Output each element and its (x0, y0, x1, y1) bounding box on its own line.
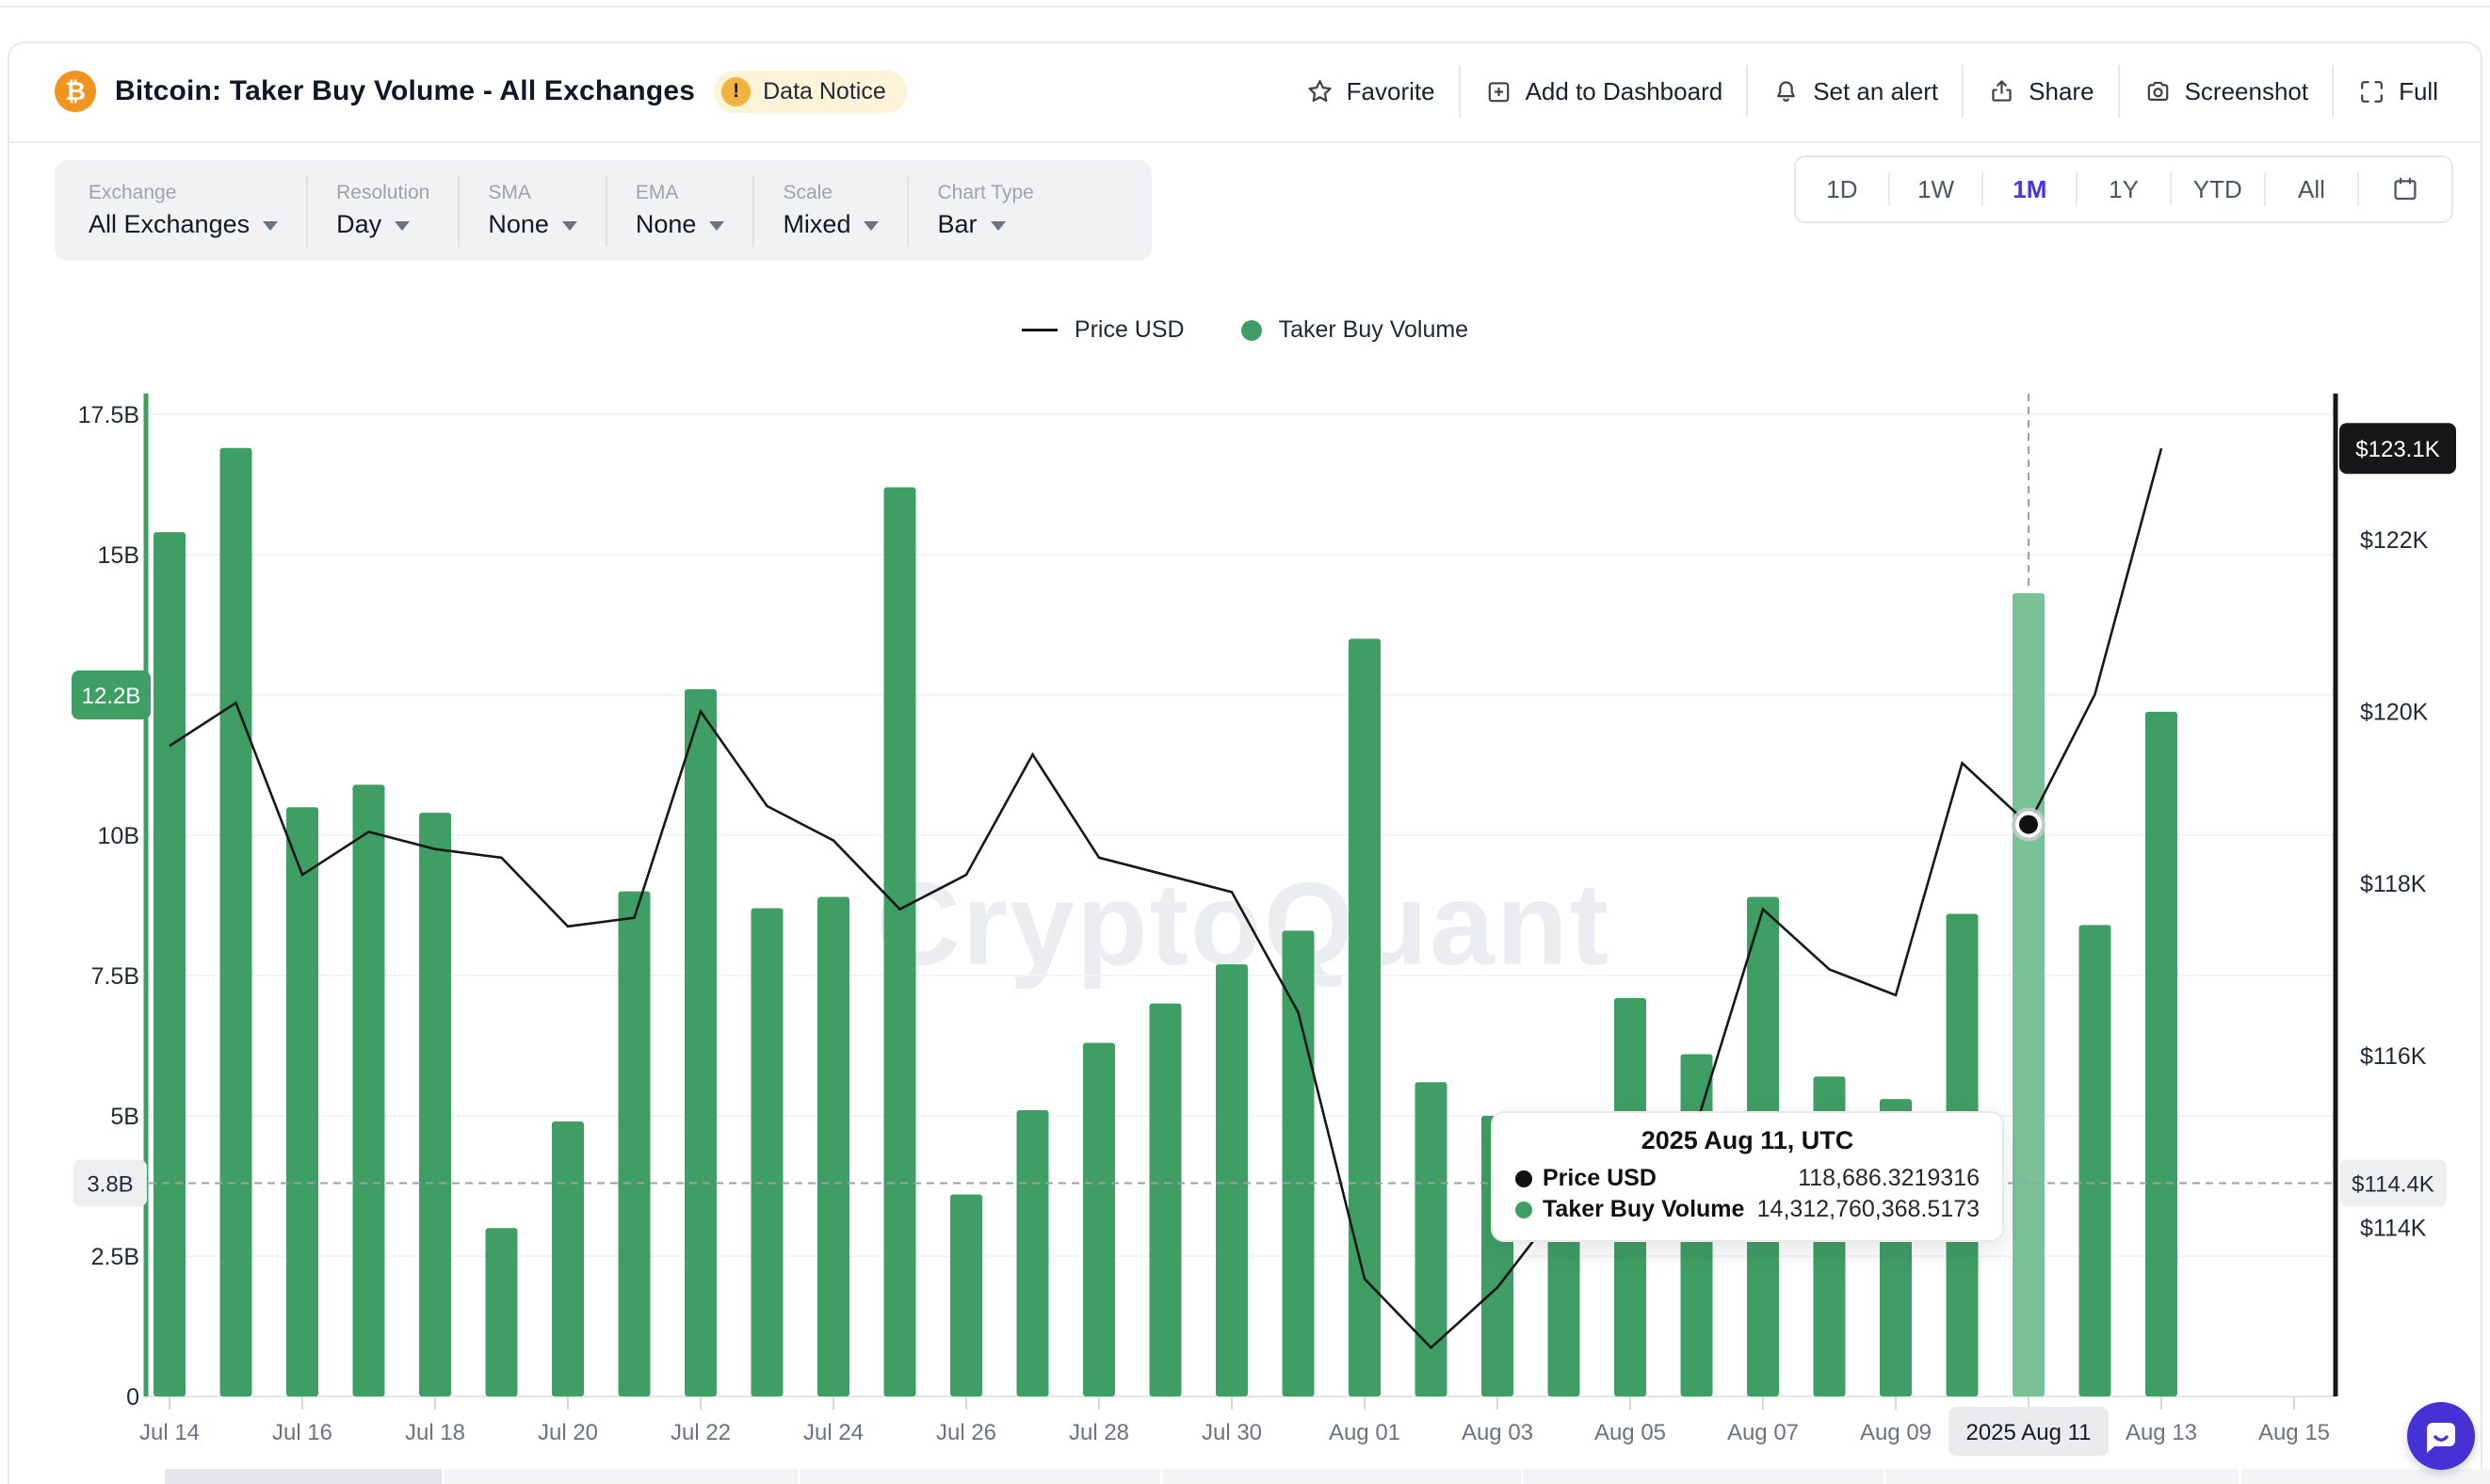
left-axis-label: 5B (110, 1104, 139, 1130)
x-axis-label: Aug 01 (1329, 1420, 1400, 1445)
x-axis-label: Aug 13 (2126, 1420, 2197, 1445)
volume-bar[interactable] (2013, 593, 2045, 1396)
table-strip-first-cell (165, 1469, 442, 1484)
right-axis-label: $118K (2360, 871, 2427, 897)
right-axis-label: $120K (2360, 700, 2429, 726)
volume-bar[interactable] (419, 813, 451, 1396)
table-strip-divider (1521, 1469, 1524, 1484)
volume-bar[interactable] (1017, 1110, 1049, 1396)
volume-bar[interactable] (154, 532, 186, 1396)
table-strip-divider (442, 1469, 445, 1484)
crosshair-right-label: $114.4K (2352, 1172, 2434, 1198)
x-axis-label: Jul 24 (803, 1420, 864, 1445)
volume-bar[interactable] (1083, 1043, 1115, 1396)
volume-bar[interactable] (286, 807, 318, 1396)
x-axis-label: Aug 07 (1727, 1420, 1799, 1445)
chart-tooltip: 2025 Aug 11, UTC Price USD 118,686.32193… (1491, 1111, 2004, 1242)
volume-bar[interactable] (2145, 712, 2177, 1396)
volume-bar[interactable] (1349, 638, 1381, 1396)
left-axis-label: 15B (98, 542, 139, 569)
right-axis-label: $114K (2360, 1215, 2427, 1241)
x-axis-label: Aug 15 (2258, 1420, 2330, 1445)
price-last-label: $123.1K (2355, 437, 2439, 462)
tooltip-volume-value: 14,312,760,368.5173 (1757, 1194, 1980, 1225)
volume-bar[interactable] (817, 897, 849, 1396)
crosshair-dot (2019, 815, 2038, 834)
volume-dot-icon (1515, 1202, 1532, 1218)
tooltip-date: 2025 Aug 11, UTC (1515, 1126, 1980, 1155)
x-axis-label: Jul 26 (936, 1420, 996, 1445)
x-axis-label: Jul 28 (1069, 1420, 1129, 1445)
table-strip-divider (2239, 1469, 2241, 1484)
x-axis-label: Jul 22 (671, 1420, 731, 1445)
chart-plot[interactable]: Jul 14 Jul 16 Jul 18 Jul 20 Jul 22 Jul 24 Jul … (0, 0, 2490, 1484)
left-axis-label: 10B (98, 823, 139, 849)
tooltip-row-price: Price USD 118,686.3219316 (1515, 1163, 1980, 1194)
left-axis-label: 2.5B (91, 1244, 139, 1270)
volume-bar[interactable] (1283, 930, 1315, 1396)
x-axis-label: Jul 20 (538, 1420, 598, 1445)
volume-bar[interactable] (950, 1194, 982, 1396)
tooltip-price-value: 118,686.3219316 (1798, 1163, 1980, 1194)
volume-bar[interactable] (2079, 925, 2111, 1396)
volume-bar[interactable] (552, 1121, 584, 1396)
tooltip-row-volume: Taker Buy Volume 14,312,760,368.5173 (1515, 1194, 1980, 1225)
table-strip-divider (1160, 1469, 1163, 1484)
volume-bar[interactable] (884, 487, 916, 1396)
crosshair-left-label: 3.8B (87, 1172, 133, 1198)
left-axis-label: 0 (126, 1384, 139, 1411)
volume-bar[interactable] (486, 1228, 518, 1396)
volume-last-label: 12.2B (82, 684, 141, 709)
volume-bar[interactable] (1216, 964, 1248, 1396)
x-axis-label: Aug 05 (1594, 1420, 1666, 1445)
chat-button[interactable] (2407, 1402, 2475, 1470)
right-axis-label: $116K (2360, 1043, 2427, 1070)
left-axis-label: 7.5B (91, 963, 139, 990)
table-strip-divider (1884, 1469, 1886, 1484)
x-axis-label: Aug 09 (1860, 1420, 1932, 1445)
price-dot-icon (1515, 1170, 1532, 1187)
page: ₿ Bitcoin: Taker Buy Volume - All Exchan… (0, 0, 2490, 1484)
left-axis-label: 17.5B (78, 402, 139, 428)
x-axis-label: Jul 14 (139, 1420, 200, 1445)
volume-bar[interactable] (619, 892, 651, 1396)
volume-bar[interactable] (1150, 1004, 1182, 1396)
volume-bar[interactable] (220, 448, 252, 1396)
right-axis-line (2334, 394, 2338, 1396)
volume-bar[interactable] (353, 784, 385, 1396)
x-axis-label: Jul 18 (405, 1420, 465, 1445)
x-axis-label: Jul 30 (1202, 1420, 1262, 1445)
right-axis-label: $122K (2360, 527, 2429, 554)
left-axis-line (144, 394, 149, 1396)
crosshair-date-label: 2025 Aug 11 (1965, 1420, 2091, 1445)
x-axis-label: Aug 03 (1462, 1420, 1533, 1445)
chat-icon (2420, 1415, 2462, 1457)
table-strip-divider (798, 1469, 800, 1484)
x-axis-label: Jul 16 (272, 1420, 332, 1445)
data-table-top-strip (165, 1469, 2490, 1484)
volume-bar[interactable] (685, 689, 717, 1396)
volume-bar[interactable] (752, 908, 784, 1396)
